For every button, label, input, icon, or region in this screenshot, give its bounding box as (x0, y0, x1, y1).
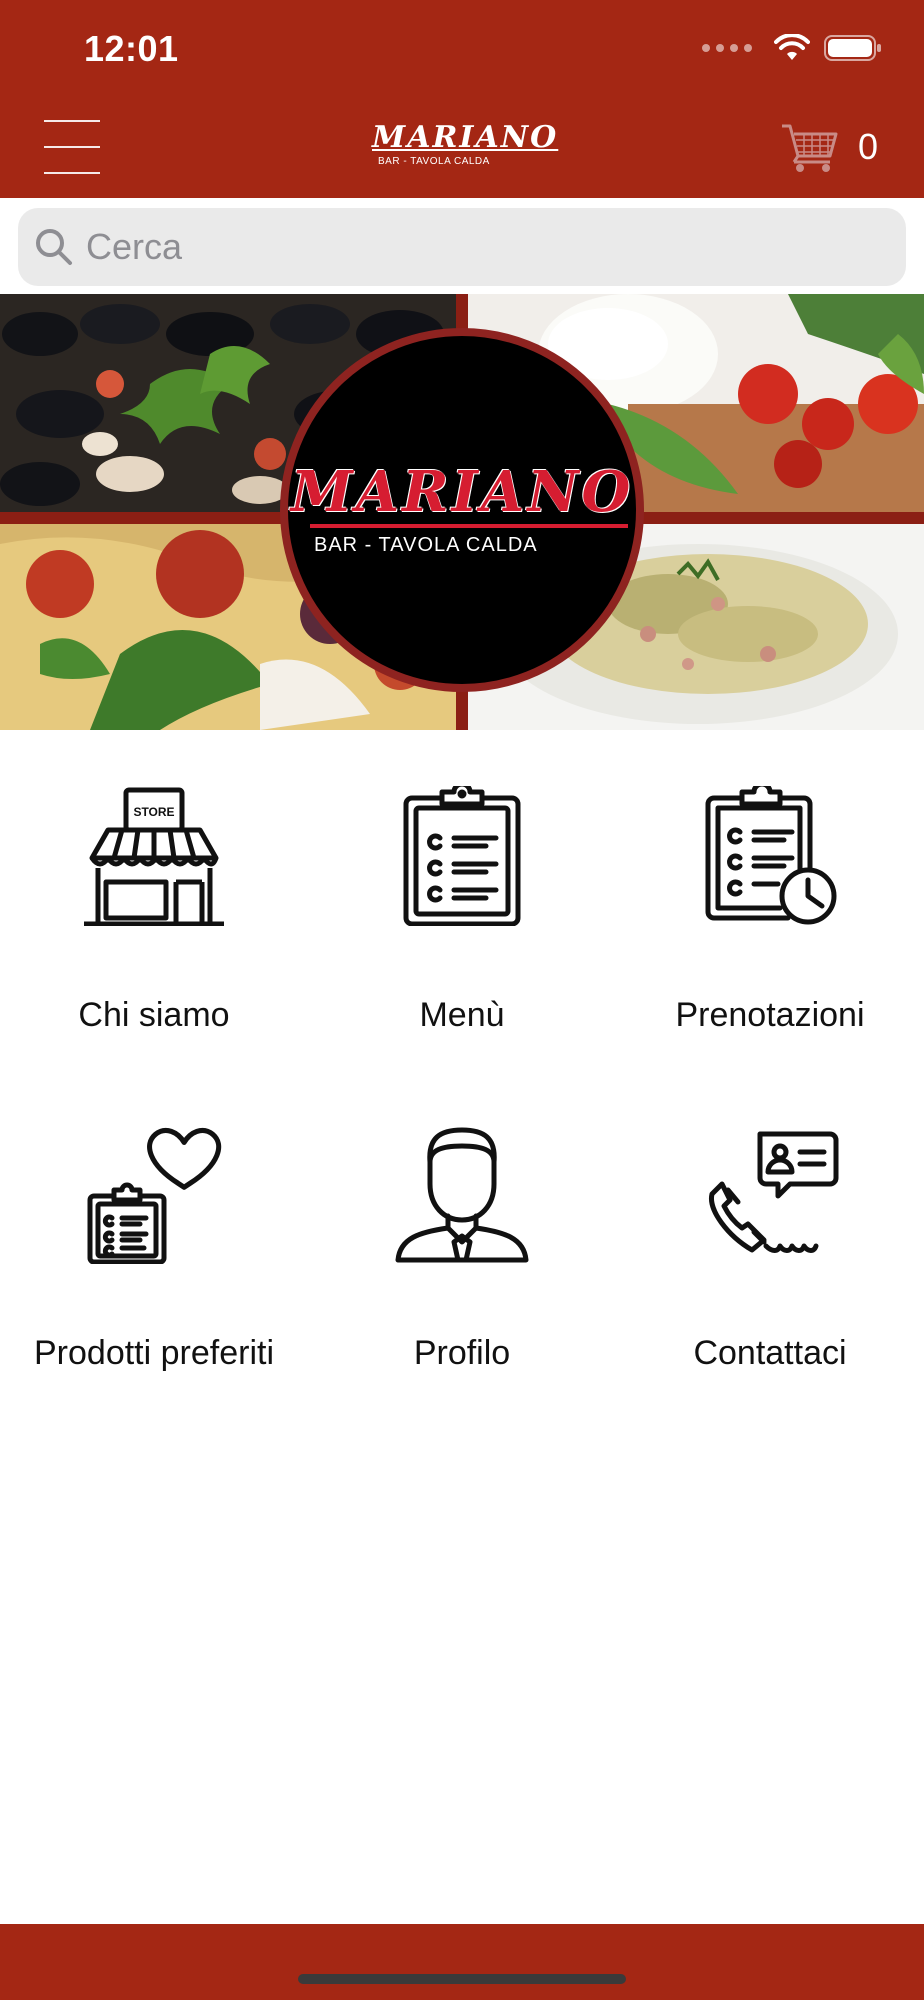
hero-logo-name: MARIANO (290, 459, 634, 525)
hero-logo-subtitle: BAR - TAVOLA CALDA (314, 534, 538, 556)
tile-prodotti-preferiti[interactable]: Prodotti preferiti (0, 1068, 308, 1398)
tile-label: Menù (419, 996, 505, 1034)
store-icon: STORE (84, 787, 224, 926)
clipboard-clock-icon (705, 786, 837, 925)
svg-text:STORE: STORE (133, 805, 174, 819)
battery-icon (824, 35, 881, 61)
hero-banner: MARIANO BAR - TAVOLA CALDA (0, 294, 924, 730)
tile-profilo[interactable]: Profilo (308, 1068, 616, 1398)
wifi-icon (774, 34, 810, 60)
header-logo-subtitle: BAR - TAVOLA CALDA (378, 156, 490, 167)
hero-logo-badge: MARIANO BAR - TAVOLA CALDA (280, 328, 644, 692)
tile-menu[interactable]: Menù (308, 730, 616, 1060)
tile-contattaci[interactable]: Contattaci (616, 1068, 924, 1398)
tile-label: Profilo (413, 1334, 511, 1372)
user-profile-icon (395, 1127, 529, 1263)
cellular-signal-icon (702, 44, 752, 52)
hamburger-line (44, 146, 100, 148)
cart-count: 0 (858, 126, 879, 167)
tile-label: Prenotazioni (675, 996, 865, 1034)
app-screen: 12:01 MARIANO BAR - TAVOLA CALDA 0 Cerca… (0, 0, 924, 2000)
header-logo-name: MARIANO (372, 120, 559, 155)
tile-label: Prodotti preferiti (34, 1334, 274, 1372)
search-section (0, 198, 924, 294)
tile-label: Contattaci (693, 1334, 847, 1372)
search-input[interactable] (84, 225, 868, 269)
hero-logo-rule (310, 524, 628, 528)
tile-chi-siamo[interactable]: STORE Chi siamo (0, 730, 308, 1060)
bottom-bar (0, 1924, 924, 2000)
cart-button[interactable]: 0 (780, 120, 890, 176)
menu-hamburger-button[interactable] (44, 118, 102, 176)
hamburger-line (44, 120, 100, 122)
search-icon (36, 229, 72, 265)
tile-label: Chi siamo (78, 996, 230, 1034)
top-app-bar: 12:01 MARIANO BAR - TAVOLA CALDA 0 (0, 0, 924, 198)
header-logo[interactable]: MARIANO BAR - TAVOLA CALDA (372, 120, 559, 174)
status-icons (702, 34, 882, 62)
shopping-cart-icon (782, 124, 838, 172)
clipboard-list-icon (403, 786, 521, 926)
hamburger-line (44, 172, 100, 174)
home-indicator[interactable] (298, 1974, 626, 1984)
search-bar[interactable] (18, 208, 906, 286)
phone-contact-icon (709, 1131, 839, 1253)
favorites-list-icon (87, 1127, 222, 1264)
tile-prenotazioni[interactable]: Prenotazioni (616, 730, 924, 1060)
status-time: 12:01 (84, 28, 179, 69)
